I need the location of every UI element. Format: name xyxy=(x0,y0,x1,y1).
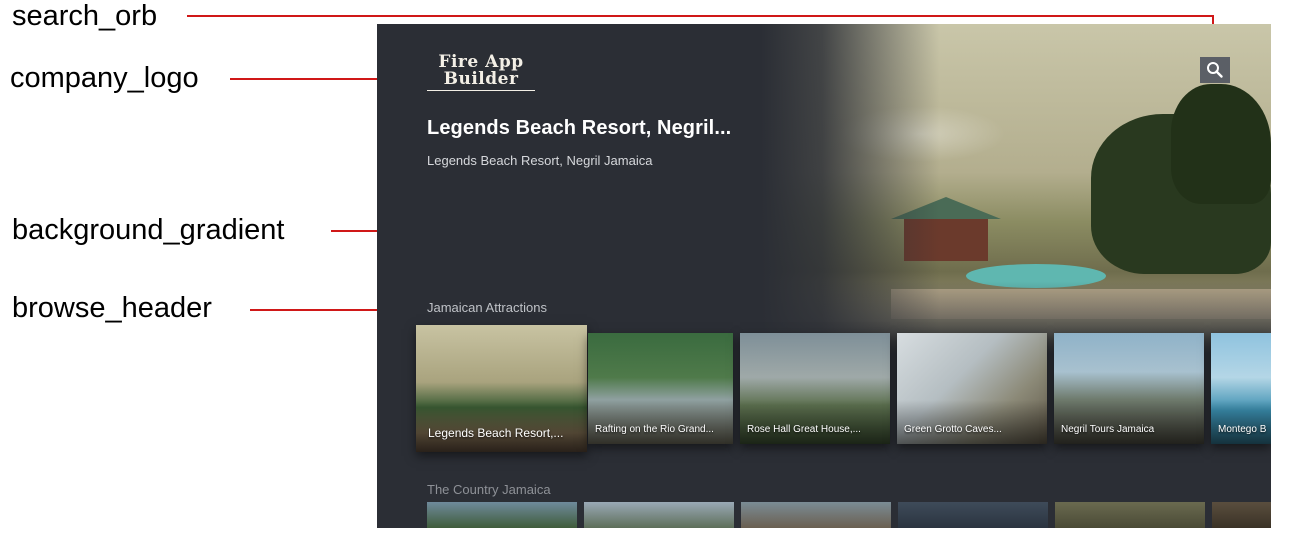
row2-card-5[interactable] xyxy=(1055,502,1205,528)
row2-card-4[interactable] xyxy=(898,502,1048,528)
card-negril-tours-jamaica[interactable]: Negril Tours Jamaica xyxy=(1054,333,1204,444)
card-shade xyxy=(588,399,733,444)
card-legends-beach-resort[interactable]: Legends Beach Resort,... xyxy=(416,325,587,452)
card-caption: Green Grotto Caves... xyxy=(904,424,1002,435)
card-caption: Montego B xyxy=(1218,424,1267,435)
card-shade xyxy=(1054,399,1204,444)
callout-label-search-orb: search_orb xyxy=(12,0,158,32)
card-rose-hall-great-house[interactable]: Rose Hall Great House,... xyxy=(740,333,890,444)
card-caption: Legends Beach Resort,... xyxy=(428,426,564,440)
background-gradient xyxy=(761,24,1271,354)
card-shade xyxy=(1211,399,1271,444)
card-caption: Negril Tours Jamaica xyxy=(1061,424,1155,435)
logo-line-2: Builder xyxy=(443,69,519,89)
content-title: Legends Beach Resort, Negril... xyxy=(427,117,732,139)
company-logo: Fire App Builder xyxy=(427,54,535,91)
search-icon xyxy=(1207,62,1223,78)
callout-label-browse-header: browse_header xyxy=(12,292,212,324)
card-shade xyxy=(740,399,890,444)
callout-label-background-gradient: background_gradient xyxy=(12,214,285,246)
row-header-country-jamaica: The Country Jamaica xyxy=(427,482,551,497)
card-caption: Rafting on the Rio Grand... xyxy=(595,424,714,435)
content-subtitle: Legends Beach Resort, Negril Jamaica xyxy=(427,153,653,168)
browse-header: Jamaican Attractions xyxy=(427,300,547,315)
search-orb[interactable] xyxy=(1200,57,1230,83)
callout-line-search-orb xyxy=(187,15,1214,17)
callout-label-company-logo: company_logo xyxy=(10,62,199,94)
logo-underline xyxy=(427,90,535,91)
card-montego-bay[interactable]: Montego B xyxy=(1211,333,1271,444)
row2-card-3[interactable] xyxy=(741,502,891,528)
row2-card-1[interactable] xyxy=(427,502,577,528)
row2-card-2[interactable] xyxy=(584,502,734,528)
card-caption: Rose Hall Great House,... xyxy=(747,424,861,435)
card-shade xyxy=(897,399,1047,444)
row2-card-6[interactable] xyxy=(1212,502,1271,528)
tv-screen: Fire App Builder Legends Beach Resort, N… xyxy=(377,24,1271,528)
card-green-grotto-caves[interactable]: Green Grotto Caves... xyxy=(897,333,1047,444)
card-rafting-rio-grande[interactable]: Rafting on the Rio Grand... xyxy=(588,333,733,444)
